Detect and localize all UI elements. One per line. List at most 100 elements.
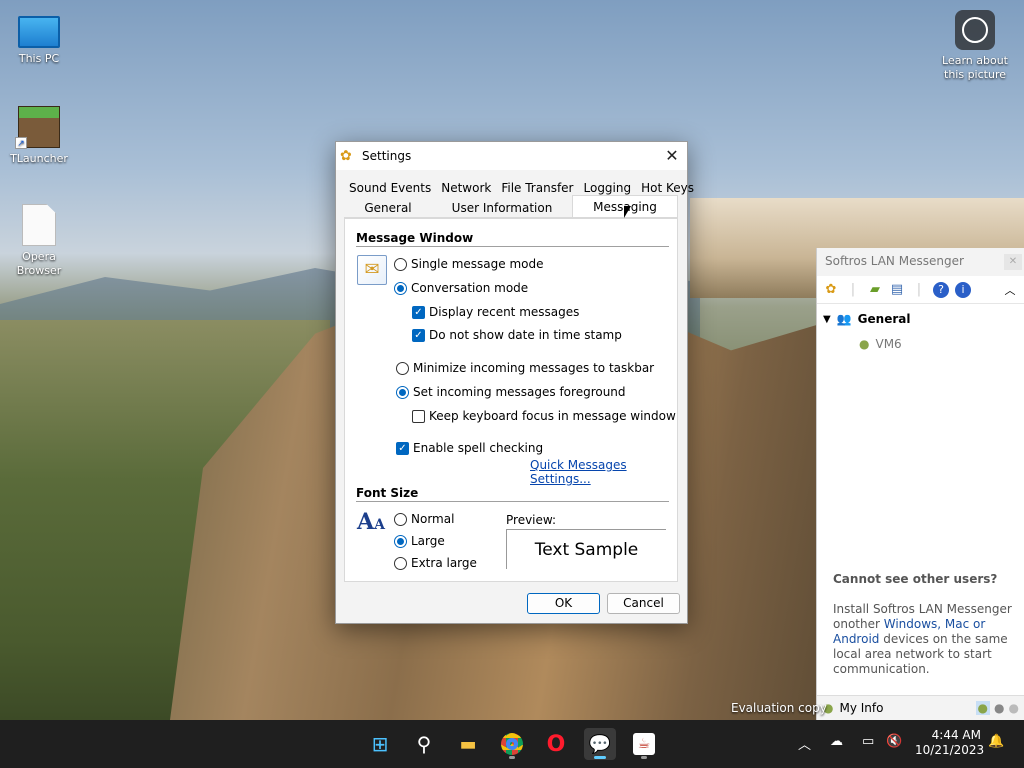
font-normal-option[interactable]: Normal [394,512,454,526]
evaluation-copy-watermark: Evaluation copy [731,701,827,715]
network-status-icon[interactable]: ☁ [830,734,843,749]
preview-text: Text Sample [534,539,639,560]
font-size-heading: Font Size [356,486,669,502]
search-button[interactable]: ⚲ [408,728,440,760]
option-label: Single message mode [411,257,544,271]
notification-bell-icon[interactable]: 🔔 [988,734,1004,749]
desktop-icon-tlauncher[interactable]: ↗ TLauncher [7,106,71,165]
minimize-taskbar-option[interactable]: Minimize incoming messages to taskbar [396,361,654,375]
keep-focus-option[interactable]: Keep keyboard focus in message window [412,409,676,423]
option-label: Display recent messages [429,305,580,319]
messenger-toolbar: ✿ | ▰ ▤ | ? i ︿ [817,276,1024,304]
tab-network[interactable]: Network [436,179,496,197]
ok-button[interactable]: OK [527,593,600,614]
toolbar-separator: | [850,282,856,297]
opera-button[interactable]: O [540,728,572,760]
tab-user-information[interactable]: User Information [432,199,572,217]
volume-muted-icon[interactable]: 🔇 [886,734,902,749]
font-extra-large-option[interactable]: Extra large [394,556,477,570]
install-hint: Install Softros LAN Messenger onother Wi… [833,602,1013,677]
envelope-icon: ✉ [357,255,387,285]
document-icon [22,204,56,246]
cannot-see-users-text: Cannot see other users? [833,572,998,586]
checkbox-spell-check[interactable]: ✓ [396,441,409,455]
user-vm6[interactable]: ● VM6 [859,337,902,351]
checkbox-no-date[interactable]: ✓ [412,328,425,342]
settings-gear-icon[interactable]: ✿ [823,282,839,297]
no-date-option[interactable]: ✓ Do not show date in time stamp [412,328,622,342]
desktop-icon-this-pc[interactable]: This PC [7,10,71,65]
preview-label: Preview: [506,513,557,527]
minecraft-block-icon: ↗ [15,106,60,149]
learn-about-picture[interactable]: Learn about this picture [938,10,1012,82]
tab-file-transfer[interactable]: File Transfer [496,179,578,197]
clock-time: 4:44 AM [931,728,981,742]
tab-general[interactable]: General [344,199,432,217]
mouse-cursor [624,206,631,218]
messaging-panel: Message Window ✉ Single message mode Con… [344,218,678,582]
display-icon[interactable]: ▭ [862,734,874,749]
conversation-mode-option[interactable]: Conversation mode [394,281,528,295]
start-button[interactable]: ⊞ [364,728,396,760]
file-explorer-button[interactable]: ▬ [452,728,484,760]
shortcut-arrow-icon: ↗ [15,137,27,149]
java-app-button[interactable]: ☕ [628,728,660,760]
message-window-heading: Message Window [356,231,669,247]
dialog-titlebar[interactable]: ✿ Settings ✕ [336,142,687,170]
tab-sound-events[interactable]: Sound Events [344,179,436,197]
history-icon[interactable]: ▤ [889,282,905,297]
chevron-up-icon[interactable]: ︿ [1002,282,1018,298]
desktop-icon-label: This PC [18,52,60,65]
radio-font-large[interactable] [394,534,407,548]
softros-button[interactable]: 💬 [584,728,616,760]
messenger-titlebar[interactable]: Softros LAN Messenger ✕ [817,248,1024,276]
desktop-icon-opera[interactable]: Opera Browser [7,204,71,278]
chrome-button[interactable] [496,728,528,760]
chat-bubble-icon: 💬 [588,733,612,755]
close-icon[interactable]: ✕ [657,142,687,170]
font-size-icon: AA [357,509,385,535]
search-icon: ⚲ [416,732,432,756]
spell-check-option[interactable]: ✓ Enable spell checking [396,441,543,455]
font-large-option[interactable]: Large [394,534,445,548]
monitor-icon [18,16,60,48]
option-label: Normal [411,512,455,526]
status-away-icon[interactable]: ● [994,701,1004,715]
option-label: Do not show date in time stamp [429,328,622,342]
users-group-icon: 👥 [836,312,852,326]
option-label: Minimize incoming messages to taskbar [413,361,655,375]
status-available-icon[interactable]: ● [975,701,991,715]
option-label: Extra large [411,556,477,570]
display-recent-option[interactable]: ✓ Display recent messages [412,305,579,319]
help-icon[interactable]: ? [933,281,949,298]
learn-label: Learn about this picture [942,54,1008,81]
single-message-mode-option[interactable]: Single message mode [394,257,543,271]
settings-dialog: ✿ Settings ✕ Sound Events Network File T… [335,141,694,624]
radio-conversation[interactable] [394,281,407,295]
taskbar: ⊞ ⚲ ▬ O 💬 ☕ ︿ ☁ ▭ 🔇 4:44 AM 10/21/2023 🔔 [0,720,1024,768]
radio-font-extra-large[interactable] [394,556,407,570]
radio-single[interactable] [394,257,407,271]
open-folder-icon[interactable]: ▰ [867,282,883,297]
checkbox-display-recent[interactable]: ✓ [412,305,425,319]
user-icon: ● [859,337,870,351]
checkbox-keep-focus[interactable] [412,409,425,423]
radio-foreground[interactable] [396,385,409,399]
info-icon[interactable]: i [955,281,971,298]
clock[interactable]: 4:44 AM 10/21/2023 [915,728,984,758]
radio-minimize[interactable] [396,361,409,375]
messenger-title: Softros LAN Messenger [825,254,964,268]
show-hidden-icons-button[interactable]: ︿ [798,734,811,753]
option-label: Conversation mode [411,281,529,295]
opera-icon: O [546,731,566,757]
group-general[interactable]: ▼ 👥 General [823,312,910,326]
my-info-button[interactable]: My Info [839,701,883,715]
radio-font-normal[interactable] [394,512,407,526]
set-foreground-option[interactable]: Set incoming messages foreground [396,385,626,399]
status-offline-icon[interactable]: ● [1009,701,1019,715]
messenger-close-icon[interactable]: ✕ [1004,254,1022,270]
quick-messages-settings-link[interactable]: Quick Messages Settings... [530,458,677,486]
cancel-button[interactable]: Cancel [607,593,680,614]
chevron-down-icon[interactable]: ▼ [823,314,831,325]
option-label: Large [411,534,445,548]
